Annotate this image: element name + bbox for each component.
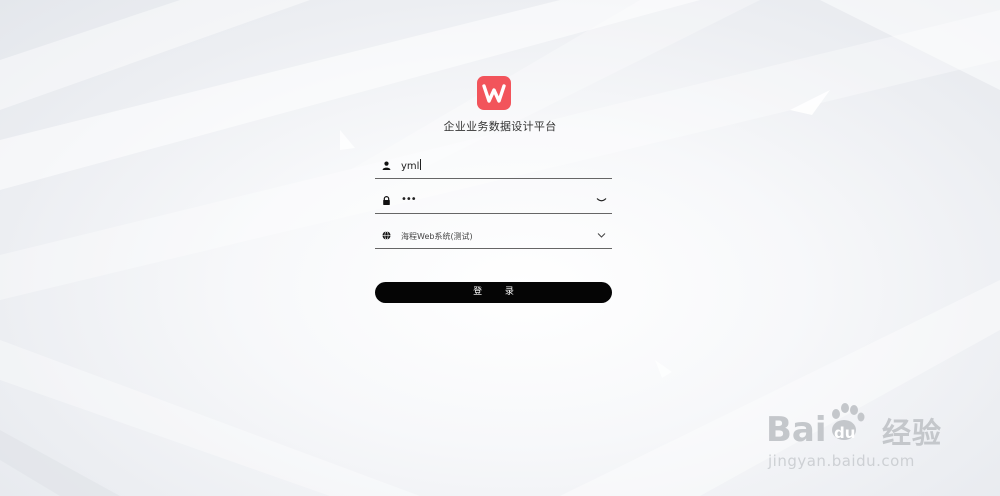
watermark-brand: Bai — [766, 410, 827, 450]
watermark-brand-cn: 经验 — [882, 416, 943, 450]
watermark-brand-tail: du — [834, 424, 855, 442]
chevron-down-icon[interactable] — [596, 231, 607, 239]
user-icon — [382, 161, 391, 170]
baidu-jingyan-watermark: Bai du 经验 jingyan.baidu.com — [766, 386, 948, 476]
w-logo-icon — [482, 84, 506, 103]
lock-icon — [382, 196, 391, 205]
app-title: 企业业务数据设计平台 — [443, 120, 557, 133]
app-logo — [477, 76, 511, 110]
password-field[interactable]: ••• — [375, 189, 612, 214]
username-input[interactable]: yml — [401, 159, 422, 173]
system-select-value: 海程Web系统(测试) — [401, 232, 473, 241]
login-button[interactable]: 登 录 — [375, 282, 612, 303]
eye-closed-icon[interactable] — [596, 196, 607, 204]
system-select[interactable]: 海程Web系统(测试) — [375, 224, 612, 249]
watermark-url: jingyan.baidu.com — [768, 452, 915, 470]
globe-icon — [382, 231, 391, 240]
username-field[interactable]: yml — [375, 154, 612, 179]
password-input[interactable]: ••• — [401, 194, 417, 206]
